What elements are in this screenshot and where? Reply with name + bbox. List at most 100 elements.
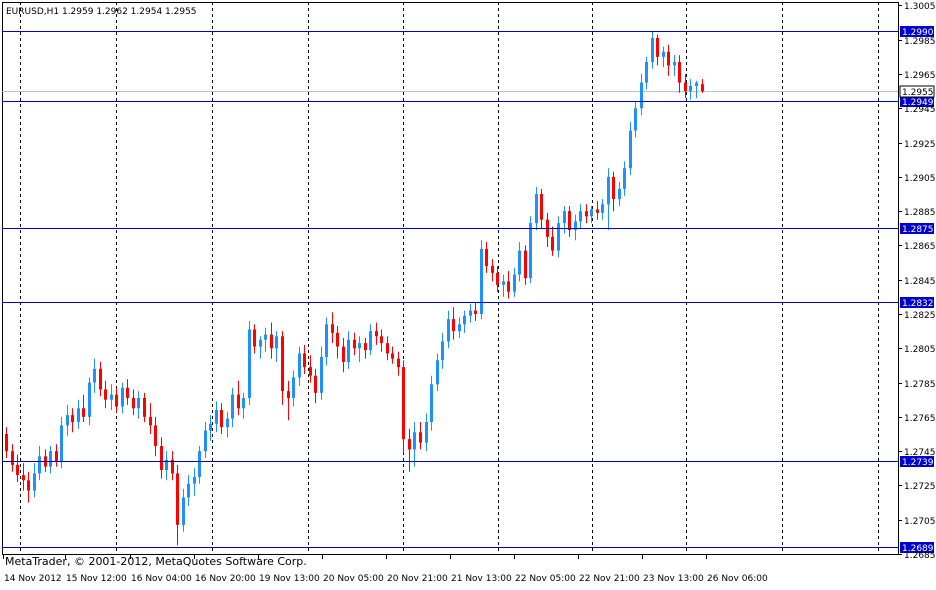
candle-body — [154, 425, 157, 446]
y-tick-label: 1.2945 — [904, 105, 936, 115]
y-tick-label: 1.2805 — [904, 345, 936, 355]
candle-body — [386, 343, 389, 354]
candle-body — [513, 274, 516, 292]
candle-body — [507, 281, 510, 292]
candle-body — [518, 250, 521, 275]
candle-body — [248, 329, 251, 398]
x-tick-label: 23 Nov 13:00 — [643, 574, 704, 584]
candle-body — [430, 384, 433, 422]
candle-body — [126, 387, 129, 398]
candle-body — [331, 324, 334, 333]
candle-body — [640, 82, 643, 109]
candle-body — [88, 382, 91, 417]
copyright-text: MetaTrader, © 2001-2012, MetaQuotes Soft… — [5, 555, 307, 568]
candle-body — [66, 415, 69, 426]
candle-body — [391, 353, 394, 359]
y-tick-label: 1.2725 — [904, 482, 936, 492]
candle-body — [447, 319, 450, 342]
candle-body — [590, 209, 593, 217]
candle-body — [237, 394, 240, 409]
candle-body — [132, 398, 135, 409]
candle-body — [413, 432, 416, 450]
candle-body — [540, 194, 543, 220]
candle-body — [182, 497, 185, 525]
candle-body — [667, 51, 670, 66]
candle-body — [77, 408, 80, 422]
candle — [248, 320, 251, 405]
candle-body — [281, 336, 284, 392]
candle-body — [231, 394, 234, 419]
candle-body — [198, 451, 201, 477]
x-tick-label: 22 Nov 21:00 — [579, 574, 640, 584]
candle-body — [121, 387, 124, 407]
candlestick-chart: 1.29901.29491.28751.28321.27391.26891.29… — [2, 2, 936, 584]
candle-body — [93, 368, 96, 383]
candle-body — [27, 480, 30, 491]
candle-body — [33, 473, 36, 491]
candle-body — [347, 339, 350, 362]
candle-body — [22, 475, 25, 481]
candle-body — [226, 418, 229, 428]
candle-body — [358, 343, 361, 349]
chart: 1.2990 1.2949 1.2875 1.2832 1.2739 1.2689 1.29… — [0, 0, 936, 586]
candle-body — [369, 331, 372, 350]
candle-body — [480, 248, 483, 314]
candle-body — [320, 356, 323, 393]
x-tick-label: 16 Nov 04:00 — [131, 574, 192, 584]
candle-body — [309, 367, 312, 376]
level-label: 1.2739 — [902, 458, 934, 468]
x-tick-label: 26 Nov 06:00 — [707, 574, 768, 584]
candle-body — [419, 432, 422, 443]
candle-body — [568, 211, 571, 230]
candle-body — [38, 456, 41, 474]
x-tick-label: 15 Nov 12:00 — [66, 574, 127, 584]
candle-body — [220, 410, 223, 428]
x-tick-label: 20 Nov 05:00 — [323, 574, 384, 584]
candle-body — [425, 422, 428, 443]
candle-body — [176, 473, 179, 525]
candle-body — [82, 408, 85, 417]
candle-body — [364, 343, 367, 350]
candle-body — [678, 62, 681, 83]
x-tick-label: 22 Nov 05:00 — [515, 574, 576, 584]
candle-body — [496, 272, 499, 285]
candle-body — [49, 451, 52, 467]
y-tick-label: 1.2905 — [904, 174, 936, 184]
y-tick-label: 1.2705 — [904, 517, 936, 527]
candle — [402, 360, 405, 453]
y-tick-label: 1.2865 — [904, 242, 936, 252]
y-tick-label: 1.3005 — [904, 2, 936, 12]
y-tick-label: 1.2925 — [904, 140, 936, 150]
candle-body — [270, 334, 273, 349]
candle-body — [5, 434, 8, 452]
candle-body — [441, 341, 444, 361]
candle-body — [325, 324, 328, 357]
level-label: 1.2832 — [902, 299, 934, 309]
x-tick-label: 19 Nov 13:00 — [259, 574, 320, 584]
candle-body — [353, 339, 356, 349]
y-tick-label: 1.2825 — [904, 311, 936, 321]
candle-body — [16, 464, 19, 476]
plot-frame — [2, 2, 899, 555]
y-tick-label: 1.2985 — [904, 37, 936, 47]
candle-body — [452, 319, 455, 332]
candle-body — [298, 353, 301, 378]
candle-body — [491, 266, 494, 273]
y-tick-label: 1.2785 — [904, 380, 936, 390]
candle-body — [380, 336, 383, 344]
y-tick-label: 1.2965 — [904, 71, 936, 81]
level-label: 1.2875 — [902, 225, 934, 235]
candle-body — [342, 346, 345, 362]
candle-body — [314, 375, 317, 393]
candle-body — [215, 410, 218, 424]
y-tick-label: 1.2765 — [904, 414, 936, 424]
candle-body — [149, 416, 152, 426]
candle-body — [187, 483, 190, 498]
candle-body — [485, 248, 488, 266]
candle-body — [259, 339, 262, 347]
candle-body — [375, 331, 378, 337]
candle-body — [612, 176, 615, 200]
candle-body — [524, 250, 527, 278]
candle-body — [104, 389, 107, 400]
candle-body — [469, 310, 472, 316]
